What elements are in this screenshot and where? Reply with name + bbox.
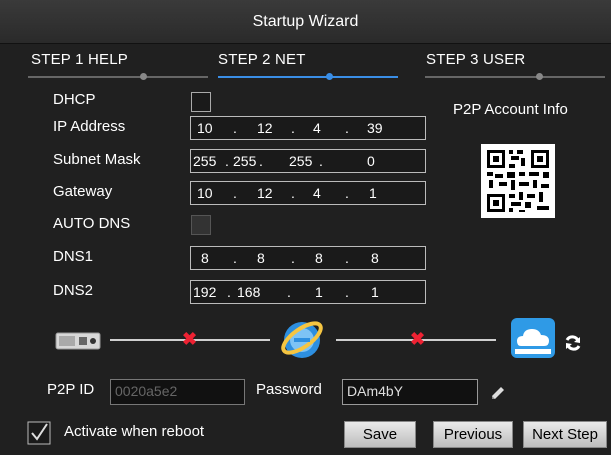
gateway-octet-4: 1 xyxy=(369,185,377,201)
step-user-line xyxy=(425,76,605,78)
subnet-octet-4: 0 xyxy=(367,153,375,169)
ip-separator: . xyxy=(319,153,323,169)
subnet-octet-1: 255 xyxy=(193,153,217,169)
startup-wizard-window: Startup Wizard STEP 1 HELP STEP 2 NET ST… xyxy=(0,0,611,455)
ip-separator: . xyxy=(291,250,295,266)
dns1-octet-4: 8 xyxy=(371,250,379,266)
p2p-account-title: P2P Account Info xyxy=(453,101,568,118)
gateway-input[interactable]: 10 . 12 . 4 . 1 xyxy=(190,181,426,205)
ip-separator: . xyxy=(291,185,295,201)
error-x-icon: ✖ xyxy=(182,329,198,349)
activate-reboot-label: Activate when reboot xyxy=(64,423,205,440)
dns2-octet-2: 168 xyxy=(237,284,261,300)
ip-separator: . xyxy=(233,250,237,266)
dhcp-label: DHCP xyxy=(53,91,96,108)
subnet-mask-input[interactable]: 255 . 255 . 255 . 0 xyxy=(190,149,426,173)
auto-dns-label: AUTO DNS xyxy=(53,215,131,232)
step-user-tab[interactable]: STEP 3 USER xyxy=(426,51,525,68)
ip-octet-2: 12 xyxy=(257,120,273,136)
qr-code-icon xyxy=(481,144,555,218)
previous-button[interactable]: Previous xyxy=(433,421,513,448)
p2p-id-label: P2P ID xyxy=(47,381,95,398)
subnet-octet-3: 255 xyxy=(289,153,313,169)
p2p-id-field: 0020a5e2 xyxy=(110,379,245,405)
gateway-octet-2: 12 xyxy=(257,185,273,201)
step-help-tab[interactable]: STEP 1 HELP xyxy=(31,51,128,68)
ip-separator: . xyxy=(227,284,231,300)
step-help-line xyxy=(28,76,208,78)
dns1-input[interactable]: 8 . 8 . 8 . 8 xyxy=(190,246,426,270)
ip-octet-3: 4 xyxy=(313,120,321,136)
ip-octet-1: 10 xyxy=(197,120,213,136)
ip-separator: . xyxy=(345,284,349,300)
dvr-device-icon xyxy=(55,330,101,352)
ip-separator: . xyxy=(345,120,349,136)
ip-separator: . xyxy=(233,120,237,136)
refresh-icon[interactable] xyxy=(564,334,582,352)
gateway-label: Gateway xyxy=(53,183,113,200)
step-user-dot xyxy=(536,73,543,80)
step-net-line xyxy=(218,76,398,78)
gateway-octet-3: 4 xyxy=(313,185,321,201)
dns2-octet-1: 192 xyxy=(193,284,217,300)
edit-pencil-icon[interactable] xyxy=(490,385,506,401)
subnet-mask-label: Subnet Mask xyxy=(53,151,141,168)
auto-dns-checkbox[interactable] xyxy=(191,215,211,235)
ip-address-input[interactable]: 10 . 12 . 4 . 39 xyxy=(190,116,426,140)
dns1-label: DNS1 xyxy=(53,248,94,265)
ip-octet-4: 39 xyxy=(367,120,383,136)
dns1-octet-1: 8 xyxy=(201,250,209,266)
password-label: Password xyxy=(256,381,322,398)
dns2-input[interactable]: 192 . 168 . 1 . 1 xyxy=(190,280,426,304)
ip-separator: . xyxy=(345,250,349,266)
password-field[interactable]: DAm4bY xyxy=(342,379,478,405)
internet-globe-icon xyxy=(280,316,324,362)
ip-separator: . xyxy=(291,120,295,136)
ip-address-label: IP Address xyxy=(53,118,126,135)
wizard-steps: STEP 1 HELP STEP 2 NET STEP 3 USER xyxy=(0,45,611,90)
step-help-dot xyxy=(140,73,147,80)
activate-reboot-checkbox[interactable] xyxy=(27,421,51,445)
next-step-button[interactable]: Next Step xyxy=(523,421,607,448)
window-title: Startup Wizard xyxy=(0,0,611,44)
error-x-icon: ✖ xyxy=(410,329,426,349)
ip-separator: . xyxy=(225,153,229,169)
cloud-icon xyxy=(511,318,555,358)
ip-separator: . xyxy=(345,185,349,201)
ip-separator: . xyxy=(233,185,237,201)
dns1-octet-2: 8 xyxy=(257,250,265,266)
gateway-octet-1: 10 xyxy=(197,185,213,201)
dns1-octet-3: 8 xyxy=(315,250,323,266)
ip-separator: . xyxy=(287,284,291,300)
dhcp-checkbox[interactable] xyxy=(191,92,211,112)
ip-separator: . xyxy=(259,153,263,169)
step-net-tab[interactable]: STEP 2 NET xyxy=(218,51,306,68)
dns2-octet-3: 1 xyxy=(315,284,323,300)
dns2-label: DNS2 xyxy=(53,282,94,299)
save-button[interactable]: Save xyxy=(344,421,416,448)
dns2-octet-4: 1 xyxy=(371,284,379,300)
step-net-dot xyxy=(326,73,333,80)
subnet-octet-2: 255 xyxy=(233,153,257,169)
